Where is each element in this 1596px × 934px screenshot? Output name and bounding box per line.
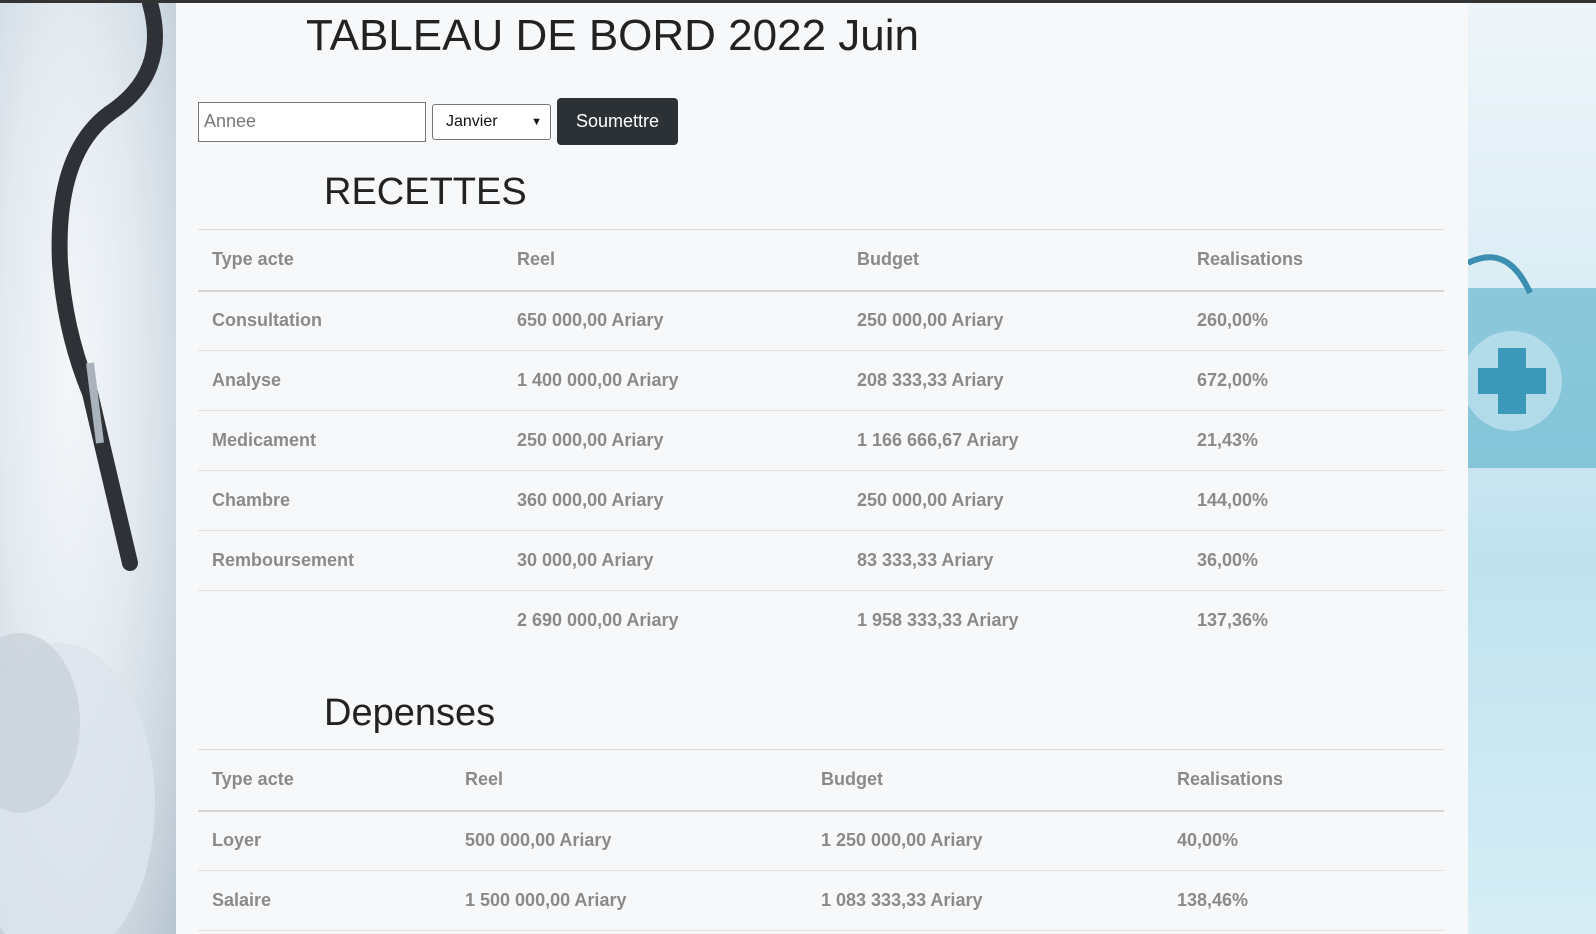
column-header: Budget — [843, 229, 1183, 292]
table-cell: 250 000,00 Ariary — [843, 470, 1183, 531]
table-cell: 260,00% — [1183, 290, 1444, 351]
year-input[interactable] — [198, 101, 426, 142]
column-header: Budget — [807, 749, 1163, 812]
column-header: Reel — [451, 749, 807, 812]
table-cell: 250 000,00 Ariary — [503, 410, 843, 471]
table-row: Salaire 1 500 000,00 Ariary 1 083 333,33… — [198, 870, 1444, 931]
table-cell: 1 250 000,00 Ariary — [807, 810, 1163, 871]
total-row: 2 690 000,00 Ariary 1 958 333,33 Ariary … — [198, 591, 1444, 651]
column-header: Realisations — [1183, 229, 1444, 292]
table-row: Analyse 1 400 000,00 Ariary 208 333,33 A… — [198, 350, 1444, 411]
table-cell: Loyer — [198, 810, 451, 871]
depenses-table: Type acte Reel Budget Realisations Loyer… — [198, 749, 1444, 931]
recettes-table: Type acte Reel Budget Realisations Consu… — [198, 229, 1444, 651]
background-right-medical-kit — [1468, 3, 1596, 934]
table-row: Loyer 500 000,00 Ariary 1 250 000,00 Ari… — [198, 810, 1444, 871]
depenses-title: Depenses — [324, 692, 496, 734]
table-row: Consultation 650 000,00 Ariary 250 000,0… — [198, 290, 1444, 351]
table-cell: 144,00% — [1183, 470, 1444, 531]
table-cell — [198, 591, 503, 651]
table-cell: 250 000,00 Ariary — [843, 290, 1183, 351]
table-cell: 138,46% — [1163, 870, 1444, 931]
table-cell: Consultation — [198, 290, 503, 351]
table-cell: 360 000,00 Ariary — [503, 470, 843, 531]
table-cell: Remboursement — [198, 530, 503, 591]
table-cell: 650 000,00 Ariary — [503, 290, 843, 351]
table-cell: 672,00% — [1183, 350, 1444, 411]
column-header: Type acte — [198, 229, 503, 292]
total-realisations: 137,36% — [1197, 610, 1269, 631]
table-cell: 21,43% — [1183, 410, 1444, 471]
column-header: Reel — [503, 229, 843, 292]
column-header: Realisations — [1163, 749, 1444, 812]
table-cell: 500 000,00 Ariary — [451, 810, 807, 871]
table-cell: Analyse — [198, 350, 503, 411]
table-cell: 1 400 000,00 Ariary — [503, 350, 843, 411]
table-cell: 1 500 000,00 Ariary — [451, 870, 807, 931]
filter-form: Janvier ▼ Soumettre — [198, 98, 678, 145]
submit-button[interactable]: Soumettre — [557, 98, 678, 145]
table-cell: 36,00% — [1183, 530, 1444, 591]
table-row: Chambre 360 000,00 Ariary 250 000,00 Ari… — [198, 470, 1444, 531]
month-select[interactable]: Janvier ▼ — [432, 103, 551, 140]
total-reel: 2 690 000,00 Ariary — [517, 610, 679, 631]
table-cell: Chambre — [198, 470, 503, 531]
table-cell: 1 083 333,33 Ariary — [807, 870, 1163, 931]
table-row: Medicament 250 000,00 Ariary 1 166 666,6… — [198, 410, 1444, 471]
background-left-stethoscope — [0, 3, 176, 934]
medical-kit-icon — [1468, 254, 1596, 468]
table-cell: 83 333,33 Ariary — [843, 530, 1183, 591]
page-title: TABLEAU DE BORD 2022 Juin — [306, 11, 919, 60]
table-cell: 40,00% — [1163, 810, 1444, 871]
table-cell: 1 166 666,67 Ariary — [843, 410, 1183, 471]
month-select-value: Janvier — [446, 112, 498, 130]
table-header-row: Type acte Reel Budget Realisations — [198, 229, 1444, 292]
table-cell: Medicament — [198, 410, 503, 471]
stethoscope-icon — [0, 3, 163, 934]
total-budget: 1 958 333,33 Ariary — [857, 610, 1019, 631]
recettes-title: RECETTES — [324, 171, 527, 213]
table-cell: 30 000,00 Ariary — [503, 530, 843, 591]
table-header-row: Type acte Reel Budget Realisations — [198, 749, 1444, 812]
table-row: Remboursement 30 000,00 Ariary 83 333,33… — [198, 530, 1444, 591]
table-cell: 208 333,33 Ariary — [843, 350, 1183, 411]
main-panel: TABLEAU DE BORD 2022 Juin Janvier ▼ Soum… — [176, 3, 1468, 934]
chevron-down-icon: ▼ — [531, 115, 542, 128]
table-cell: Salaire — [198, 870, 451, 931]
column-header: Type acte — [198, 749, 451, 812]
